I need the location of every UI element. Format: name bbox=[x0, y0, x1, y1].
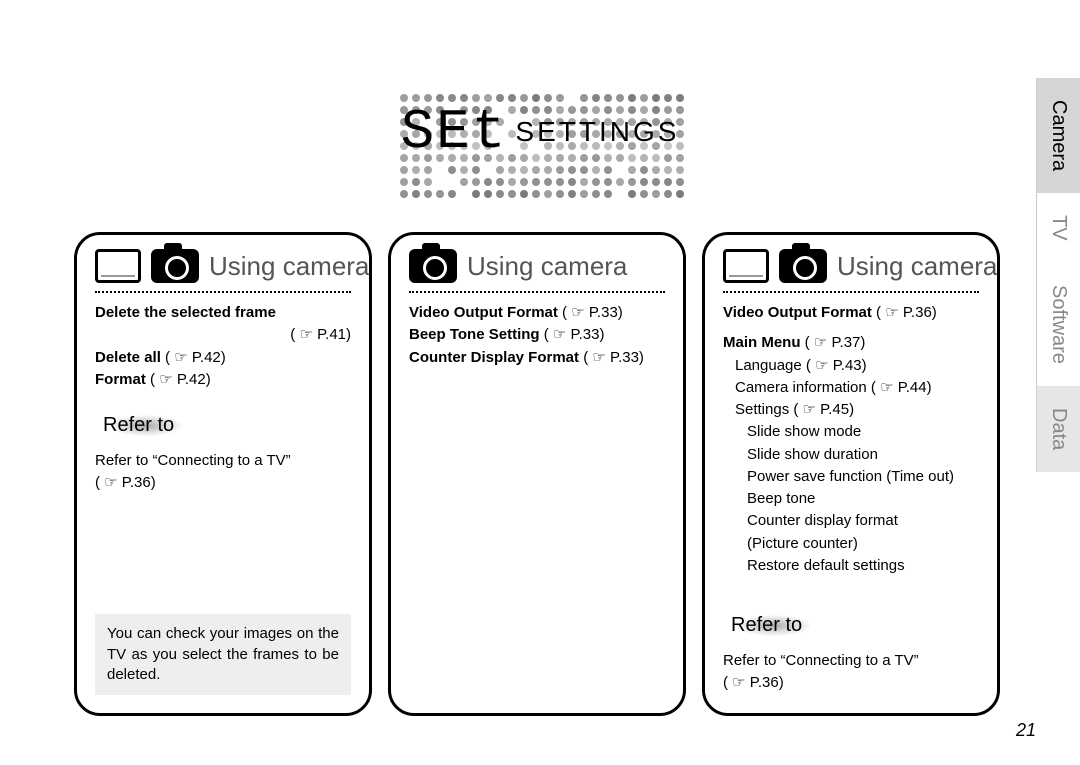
page-ref: P.42) bbox=[174, 349, 226, 366]
refer-body: Refer to “Connecting to a TV” ( P.36) bbox=[723, 651, 979, 694]
page-ref: P.37) bbox=[814, 334, 866, 351]
tab-tv[interactable]: TV bbox=[1036, 193, 1080, 263]
page-ref: P.43) bbox=[815, 357, 867, 374]
lcd-set-text: SEt bbox=[401, 100, 508, 164]
note-box: You can check your images on the TV as y… bbox=[95, 614, 351, 695]
tab-camera[interactable]: Camera bbox=[1036, 78, 1080, 193]
line: Counter Display Format bbox=[409, 349, 579, 366]
line: Format bbox=[95, 371, 146, 388]
page-number: 21 bbox=[1016, 720, 1036, 741]
refer-to-label: Refer to bbox=[719, 610, 828, 641]
panel-header: Using camera bbox=[409, 249, 665, 283]
page-ref: P.36) bbox=[104, 474, 156, 491]
camera-icon bbox=[151, 249, 199, 283]
page-ref: P.33) bbox=[571, 304, 623, 321]
page-ref: P.45) bbox=[803, 401, 855, 418]
page-ref: P.36) bbox=[885, 304, 937, 321]
panel-delete: Using camera & TV Delete the selected fr… bbox=[74, 232, 372, 716]
panel-body: Delete the selected frame ( P.41) Delete… bbox=[95, 303, 351, 390]
line: Delete the selected frame bbox=[95, 304, 276, 321]
page-ref: P.44) bbox=[880, 379, 932, 396]
line: Video Output Format bbox=[723, 304, 872, 321]
divider bbox=[409, 291, 665, 293]
divider bbox=[95, 291, 351, 293]
side-tabs: Camera TV Software Data bbox=[1036, 78, 1080, 472]
panel-body: Video Output Format ( P.36) Main Menu ( … bbox=[723, 303, 979, 576]
line: Counter display format bbox=[723, 511, 979, 531]
camera-icon bbox=[409, 249, 457, 283]
panel-tv-settings: Using camera & TV Video Output Format ( … bbox=[702, 232, 1000, 716]
page-ref: P.42) bbox=[159, 371, 211, 388]
panel-title: Using camera bbox=[467, 251, 627, 282]
panel-header: Using camera & TV bbox=[723, 249, 979, 283]
page-ref: P.33) bbox=[553, 326, 605, 343]
refer-to-label: Refer to bbox=[91, 410, 200, 441]
settings-header: SEt SETTINGS bbox=[401, 100, 680, 164]
line: Delete all bbox=[95, 349, 161, 366]
panel-header: Using camera & TV bbox=[95, 249, 351, 283]
line: Language bbox=[735, 357, 802, 374]
tv-icon bbox=[95, 249, 141, 283]
settings-label: SETTINGS bbox=[515, 116, 679, 148]
tv-icon bbox=[723, 249, 769, 283]
camera-icon bbox=[779, 249, 827, 283]
panel-title: Using camera & TV bbox=[209, 251, 372, 282]
line: Beep Tone Setting bbox=[409, 326, 540, 343]
refer-text: Refer to “Connecting to a TV” bbox=[723, 651, 979, 671]
line: Main Menu bbox=[723, 334, 801, 351]
line: Video Output Format bbox=[409, 304, 558, 321]
line: Settings bbox=[735, 401, 789, 418]
page-ref: P.33) bbox=[592, 349, 644, 366]
panel-title: Using camera & TV bbox=[837, 251, 1000, 282]
line: Slide show duration bbox=[723, 445, 979, 465]
line: (Picture counter) bbox=[723, 534, 979, 554]
panels-row: Using camera & TV Delete the selected fr… bbox=[74, 232, 1000, 716]
page-ref: P.41) bbox=[299, 326, 351, 343]
line: Camera information bbox=[735, 379, 867, 396]
line: Power save function (Time out) bbox=[723, 467, 979, 487]
line: Restore default settings bbox=[723, 556, 979, 576]
refer-body: Refer to “Connecting to a TV” ( P.36) bbox=[95, 451, 351, 494]
line: Slide show mode bbox=[723, 422, 979, 442]
refer-text: Refer to “Connecting to a TV” bbox=[95, 451, 351, 471]
tab-data[interactable]: Data bbox=[1036, 386, 1080, 472]
panel-camera-settings: Using camera Video Output Format ( P.33)… bbox=[388, 232, 686, 716]
page-ref: P.36) bbox=[732, 674, 784, 691]
tab-software[interactable]: Software bbox=[1036, 263, 1080, 386]
panel-body: Video Output Format ( P.33) Beep Tone Se… bbox=[409, 303, 665, 368]
divider bbox=[723, 291, 979, 293]
line: Beep tone bbox=[723, 489, 979, 509]
